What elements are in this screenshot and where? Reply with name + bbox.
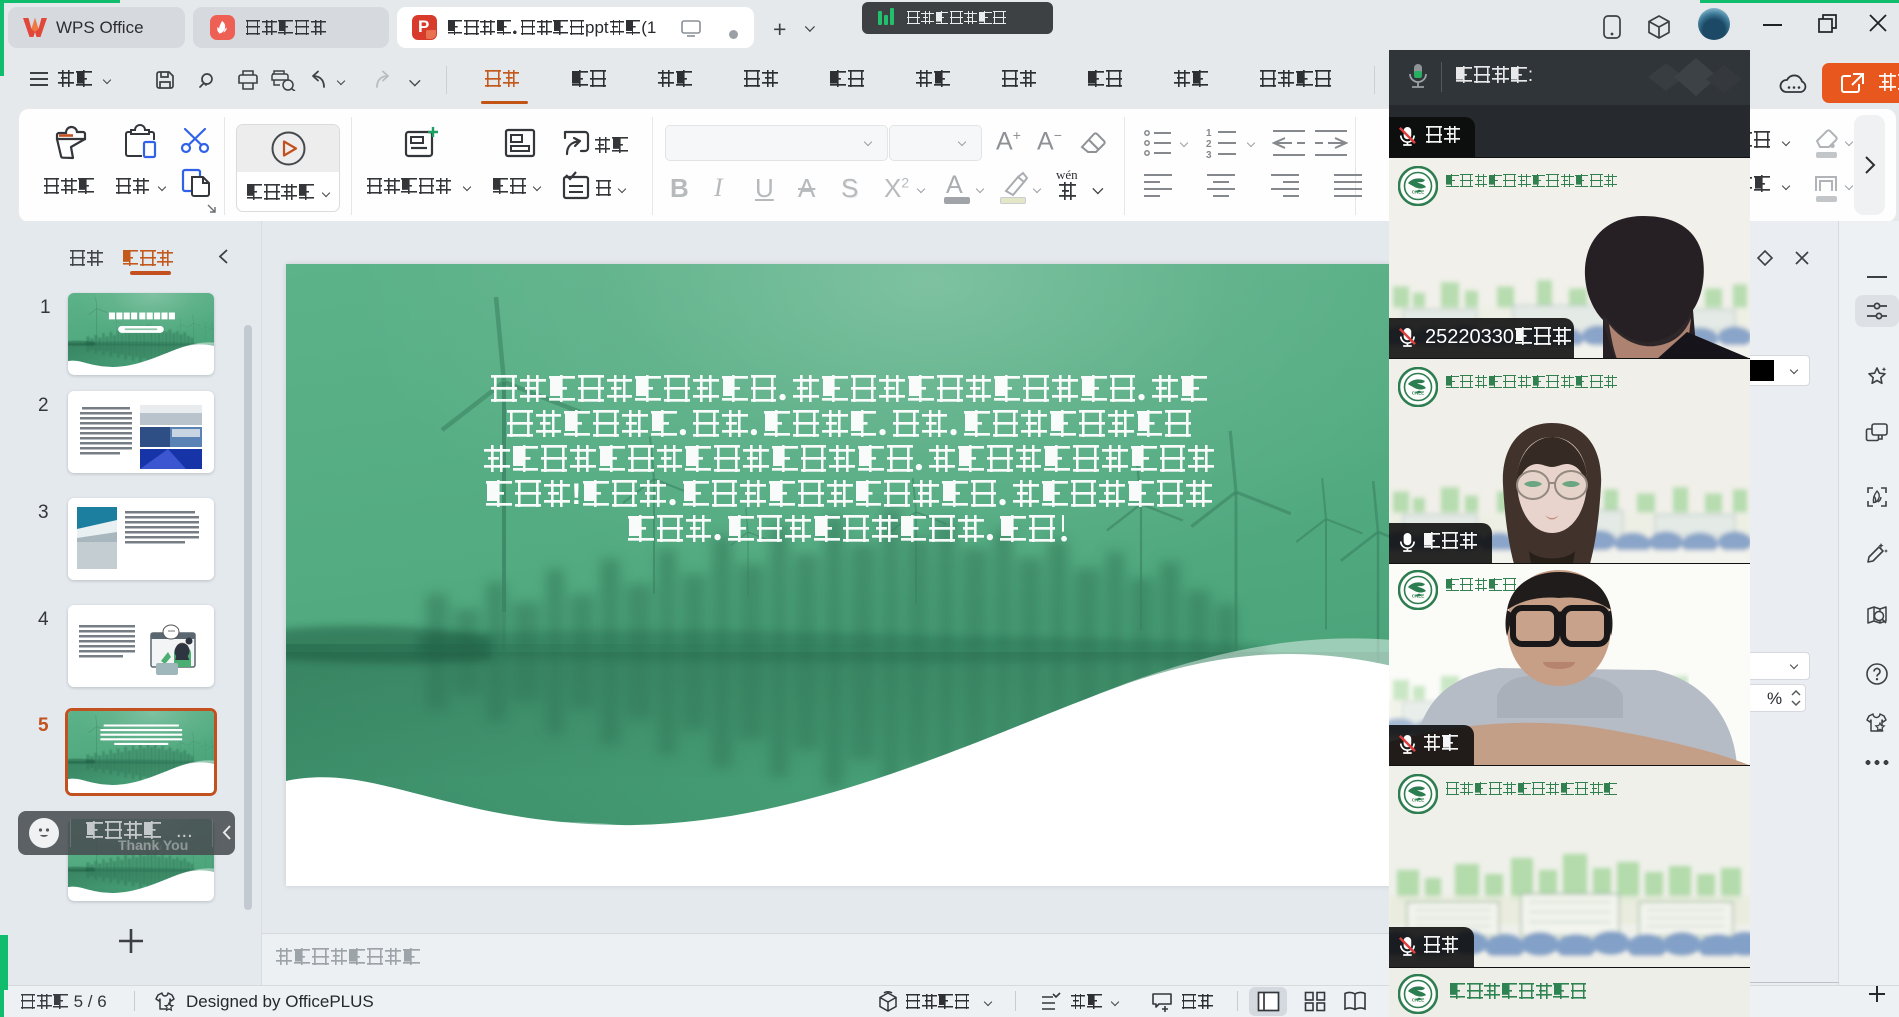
svg-text:1: 1 (1206, 128, 1212, 139)
svg-text:3: 3 (1206, 150, 1212, 159)
svg-text:2: 2 (1206, 139, 1212, 150)
